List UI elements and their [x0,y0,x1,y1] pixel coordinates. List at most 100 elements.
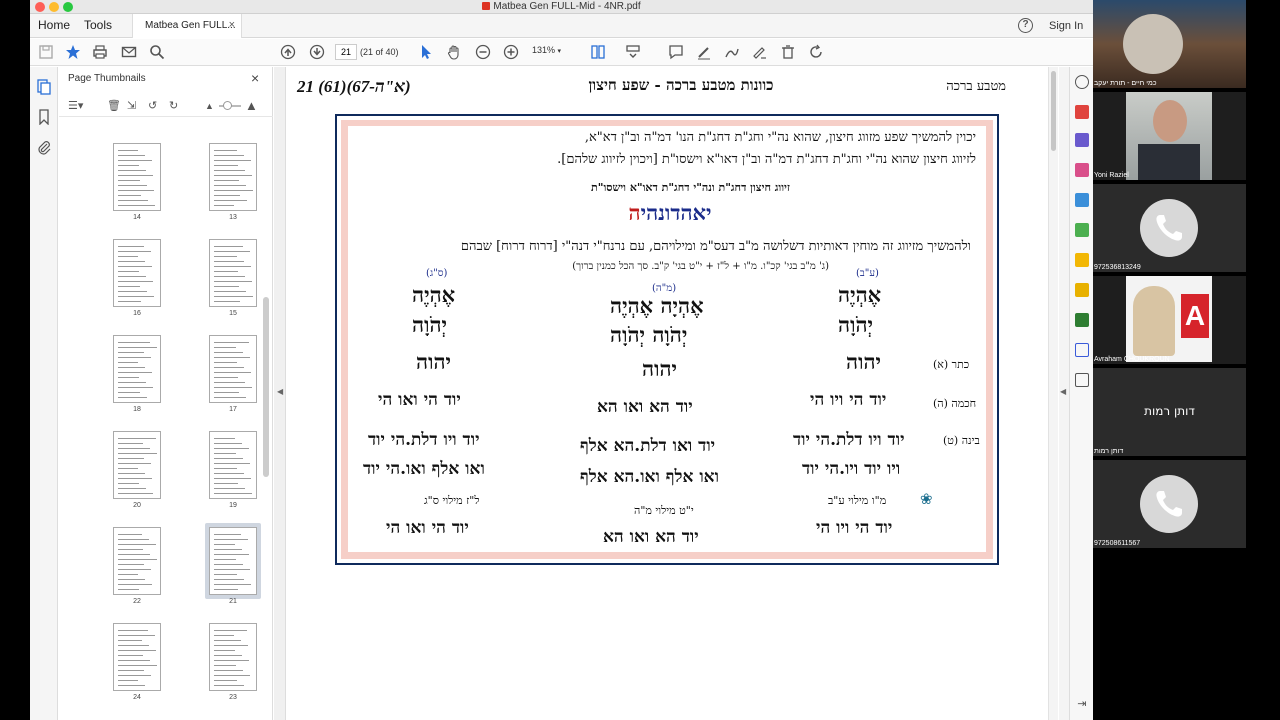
participant-tile[interactable]: Yoni Raziel [1093,92,1246,180]
page-thumbnail[interactable] [113,239,161,307]
page-thumbnails-icon[interactable] [36,79,52,95]
right-milui: יוד הי ויו הי [816,518,893,538]
fill-sign-icon[interactable] [1075,313,1089,327]
rotate-right-icon[interactable]: ↻ [169,99,178,112]
participant-tile[interactable]: A Avraham CHOUKROUN [1093,276,1246,364]
page-thumbnail[interactable] [113,623,161,691]
extract-pages-icon[interactable]: ⇲ [127,99,136,112]
thumbnail-line [118,458,144,459]
page-number-input[interactable]: 21 [335,44,357,60]
scrollbar-thumb[interactable] [1051,71,1056,151]
thumbnail-size-large-icon[interactable]: ▲ [245,98,258,113]
participant-name: 972508611567 [1094,540,1141,547]
thumbnail-line [214,362,237,363]
title-bar: Matbea Gen FULL-Mid - 4NR.pdf [30,0,1093,14]
organize-pages-icon[interactable] [1075,223,1089,237]
right-yhvh-vowel: יְהֹוָה [838,312,874,337]
scroll-mode-icon[interactable] [625,44,641,60]
page-thumbnail[interactable] [209,431,257,499]
bookmarks-icon[interactable] [36,109,52,126]
thumbnail-line [118,569,151,570]
rotate-icon[interactable] [808,44,824,60]
page-thumbnail[interactable] [113,431,161,499]
participant-tile[interactable]: 972508611567 [1093,460,1246,548]
sign-icon[interactable] [752,44,768,60]
label-bina: בינה (ט) [943,434,980,447]
thumbnail-line [214,635,234,636]
scan-ocr-icon[interactable] [1075,283,1089,297]
close-panel-icon[interactable]: × [251,70,259,86]
page-thumbnail[interactable] [209,623,257,691]
more-tools-icon[interactable] [1075,373,1089,387]
thumbnail-line [118,362,138,363]
collapse-arrow-icon[interactable]: ◀ [277,387,283,396]
participant-center-name: דותן רמות [1144,404,1195,418]
thumbnail-line [214,251,250,252]
participant-tile[interactable]: כמי חיים - תורת יעקב [1093,0,1246,88]
create-pdf-icon[interactable] [1075,133,1089,147]
edit-pdf-icon[interactable] [1075,163,1089,177]
right-bina-1: יוד ויו דלת.הי יוד [793,430,905,450]
next-page-icon[interactable] [309,44,325,60]
page-thumbnail[interactable] [113,143,161,211]
highlight-pen-icon[interactable] [696,44,712,60]
collapse-tools-icon[interactable]: ⇥ [1075,697,1089,711]
participant-name: Avraham CHOUKROUN [1094,356,1170,363]
left-panel-splitter[interactable]: ◀ [274,67,286,720]
intro-line-1: יכוין להמשיך שפע מזווג חיצון, שהוא נה"י … [584,130,976,145]
page-thumbnail[interactable] [209,335,257,403]
previous-page-icon[interactable] [280,44,296,60]
thumbnail-line [214,584,251,585]
hand-tool-icon[interactable] [446,44,462,60]
thumbnail-page-number: 17 [229,406,237,413]
page-display-icon[interactable] [590,44,606,60]
page-thumbnail[interactable] [113,335,161,403]
draw-icon[interactable] [724,44,740,60]
page-thumbnail[interactable] [209,143,257,211]
combine-files-icon[interactable] [1075,193,1089,207]
document-scrollbar[interactable] [1048,67,1058,720]
zoom-out-icon[interactable] [475,44,491,60]
delete-icon[interactable] [780,44,796,60]
participant-tile[interactable]: 972536813249 [1093,184,1246,272]
help-icon[interactable]: ? [1018,18,1033,33]
save-icon[interactable] [38,44,54,60]
slider-handle[interactable] [223,101,232,110]
bookmark-star-icon[interactable] [65,44,81,60]
export-pdf-icon[interactable] [1075,105,1089,119]
thumbnail-scrollbar[interactable] [263,297,269,477]
zoom-in-icon[interactable] [503,44,519,60]
rotate-left-icon[interactable]: ↺ [148,99,157,112]
page-thumbnail[interactable] [209,527,257,595]
thumbnail-line [214,246,243,247]
document-tab[interactable]: Matbea Gen FULL... × [132,14,242,38]
comment-tool-icon[interactable] [1075,253,1089,267]
thumbnail-line [118,564,144,565]
select-cursor-icon[interactable] [418,44,434,60]
thumbnail-line [118,387,153,388]
page-thumbnail[interactable] [113,527,161,595]
attachments-icon[interactable] [36,139,52,155]
zoom-tool-icon[interactable] [1075,75,1089,89]
sign-in-link[interactable]: Sign In [1049,20,1083,32]
protect-icon[interactable] [1075,343,1089,357]
delete-pages-icon[interactable]: 🗑 [107,99,121,112]
comment-icon[interactable] [668,44,684,60]
menu-tools[interactable]: Tools [84,18,112,32]
thumbnail-size-small-icon[interactable]: ▲ [205,101,214,111]
zoom-level-select[interactable]: 131% ▾ [532,45,572,59]
main-toolbar: 21 (21 of 40) 131% ▾ [30,39,1093,66]
print-icon[interactable] [92,44,108,60]
expand-arrow-icon[interactable]: ◀ [1060,387,1066,396]
column-tag-av: (ע"ב) [856,268,879,279]
email-icon[interactable] [121,44,137,60]
participant-tile[interactable]: דותן רמות דותן רמות [1093,368,1246,456]
page-thumbnail[interactable] [209,239,257,307]
close-tab-icon[interactable]: × [229,19,235,31]
search-icon[interactable] [149,44,165,60]
right-panel-splitter[interactable]: ◀ [1059,67,1069,720]
menu-home[interactable]: Home [38,18,70,32]
thumbnail-line [118,296,154,297]
options-menu-icon[interactable]: ☰▾ [68,99,83,112]
participant-name: דותן רמות [1094,448,1124,455]
